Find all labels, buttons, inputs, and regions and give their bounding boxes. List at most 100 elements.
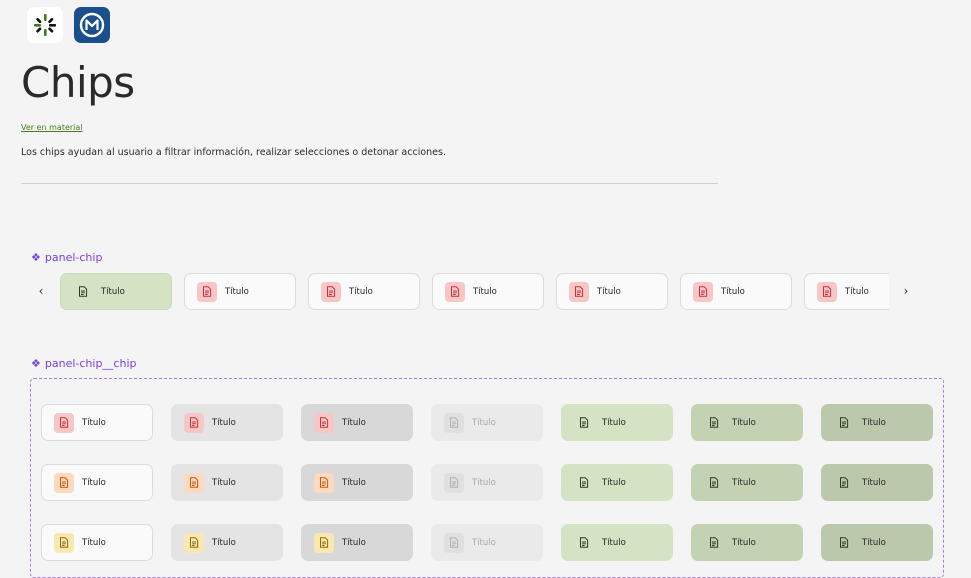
document-icon (54, 472, 74, 493)
chip[interactable]: Título (821, 464, 933, 501)
document-icon (574, 413, 594, 433)
page-title: Chips (21, 58, 135, 107)
chip-label: Título (845, 286, 869, 297)
chip[interactable]: Título (561, 524, 673, 561)
document-icon (54, 412, 74, 433)
chip[interactable]: Título (691, 524, 803, 561)
document-icon (444, 412, 464, 433)
component-icon: ❖ (31, 357, 41, 370)
chip[interactable]: Título (431, 404, 543, 441)
document-icon (445, 281, 465, 302)
chip-label: Título (732, 417, 756, 428)
section-title-panel-chip: ❖ panel-chip (31, 251, 102, 264)
chevron-left-icon[interactable]: ‹ (33, 284, 49, 298)
chip-label: Título (349, 286, 373, 297)
document-icon (704, 473, 724, 493)
chip[interactable]: Título (184, 273, 296, 310)
chip-label: Título (472, 537, 496, 548)
chip-label: Título (82, 477, 106, 488)
chip-label: Título (212, 417, 236, 428)
brand-logo-m (74, 7, 110, 43)
chip[interactable]: Título (561, 464, 673, 501)
chip-label: Título (732, 477, 756, 488)
chip[interactable]: Título (41, 524, 153, 561)
chip[interactable]: Título (301, 404, 413, 441)
chip[interactable]: Título (41, 464, 153, 501)
document-icon (314, 472, 334, 493)
chip-label: Título (721, 286, 745, 297)
chip[interactable]: Título (60, 273, 172, 310)
chip-variants-grid: Título Título Título Título Título Título Títu… (30, 378, 944, 578)
chip-label: Título (82, 537, 106, 548)
chip-label: Título (602, 477, 626, 488)
brand-logo-green (27, 7, 63, 43)
document-icon (314, 532, 334, 553)
document-icon (834, 473, 854, 493)
chip-label: Título (732, 537, 756, 548)
document-icon (444, 532, 464, 553)
chip[interactable]: Título (691, 404, 803, 441)
chip-label: Título (597, 286, 621, 297)
document-icon (569, 281, 589, 302)
material-link[interactable]: Ver en material (21, 123, 83, 132)
document-icon (184, 532, 204, 553)
document-icon (574, 473, 594, 493)
document-icon (444, 472, 464, 493)
chip-label: Título (342, 417, 366, 428)
chip[interactable]: Título (171, 464, 283, 501)
document-icon (73, 282, 93, 302)
chip[interactable]: Título (556, 273, 668, 310)
document-icon (321, 281, 341, 302)
component-icon: ❖ (31, 251, 41, 264)
logos (27, 7, 110, 43)
chip-label: Título (101, 286, 125, 297)
chevron-right-icon[interactable]: › (898, 284, 914, 298)
chip[interactable]: Título (432, 273, 544, 310)
chip-label: Título (225, 286, 249, 297)
document-icon (834, 413, 854, 433)
page-description: Los chips ayudan al usuario a filtrar in… (21, 147, 446, 158)
chip[interactable]: Título (301, 524, 413, 561)
chip[interactable]: Título (691, 464, 803, 501)
chip-label: Título (602, 417, 626, 428)
document-icon (184, 412, 204, 433)
chip-label: Título (342, 537, 366, 548)
chip-label: Título (862, 477, 886, 488)
document-icon (184, 472, 204, 493)
section-title-label: panel-chip (44, 251, 103, 264)
chip[interactable]: Título (41, 404, 153, 441)
chip[interactable]: Título (821, 524, 933, 561)
panel-chip-carousel: ‹ Título Título Título Título Título Título Tí… (33, 272, 918, 311)
chip-label: Título (472, 477, 496, 488)
document-icon (817, 281, 837, 302)
chip-label: Título (472, 417, 496, 428)
document-icon (834, 533, 854, 553)
document-icon (704, 413, 724, 433)
chip-label: Título (212, 477, 236, 488)
chip-label: Título (212, 537, 236, 548)
chip-label: Título (862, 537, 886, 548)
section-title-label: panel-chip__chip (44, 357, 137, 370)
document-icon (693, 281, 713, 302)
section-title-panel-chip-chip: ❖ panel-chip__chip (31, 357, 136, 370)
document-icon (314, 412, 334, 433)
chip[interactable]: Título (301, 464, 413, 501)
chip[interactable]: Título (804, 273, 889, 310)
chip[interactable]: Título (680, 273, 792, 310)
chip[interactable]: Título (821, 404, 933, 441)
document-icon (197, 281, 217, 302)
chip[interactable]: Título (171, 524, 283, 561)
chip[interactable]: Título (561, 404, 673, 441)
chip-track: Título Título Título Título Título Título Títu… (60, 272, 889, 311)
document-icon (704, 533, 724, 553)
chip-label: Título (602, 537, 626, 548)
divider (21, 183, 718, 184)
document-icon (54, 532, 74, 553)
chip[interactable]: Título (431, 464, 543, 501)
chip-label: Título (473, 286, 497, 297)
chip[interactable]: Título (171, 404, 283, 441)
chip-label: Título (342, 477, 366, 488)
document-icon (574, 533, 594, 553)
chip[interactable]: Título (431, 524, 543, 561)
chip[interactable]: Título (308, 273, 420, 310)
